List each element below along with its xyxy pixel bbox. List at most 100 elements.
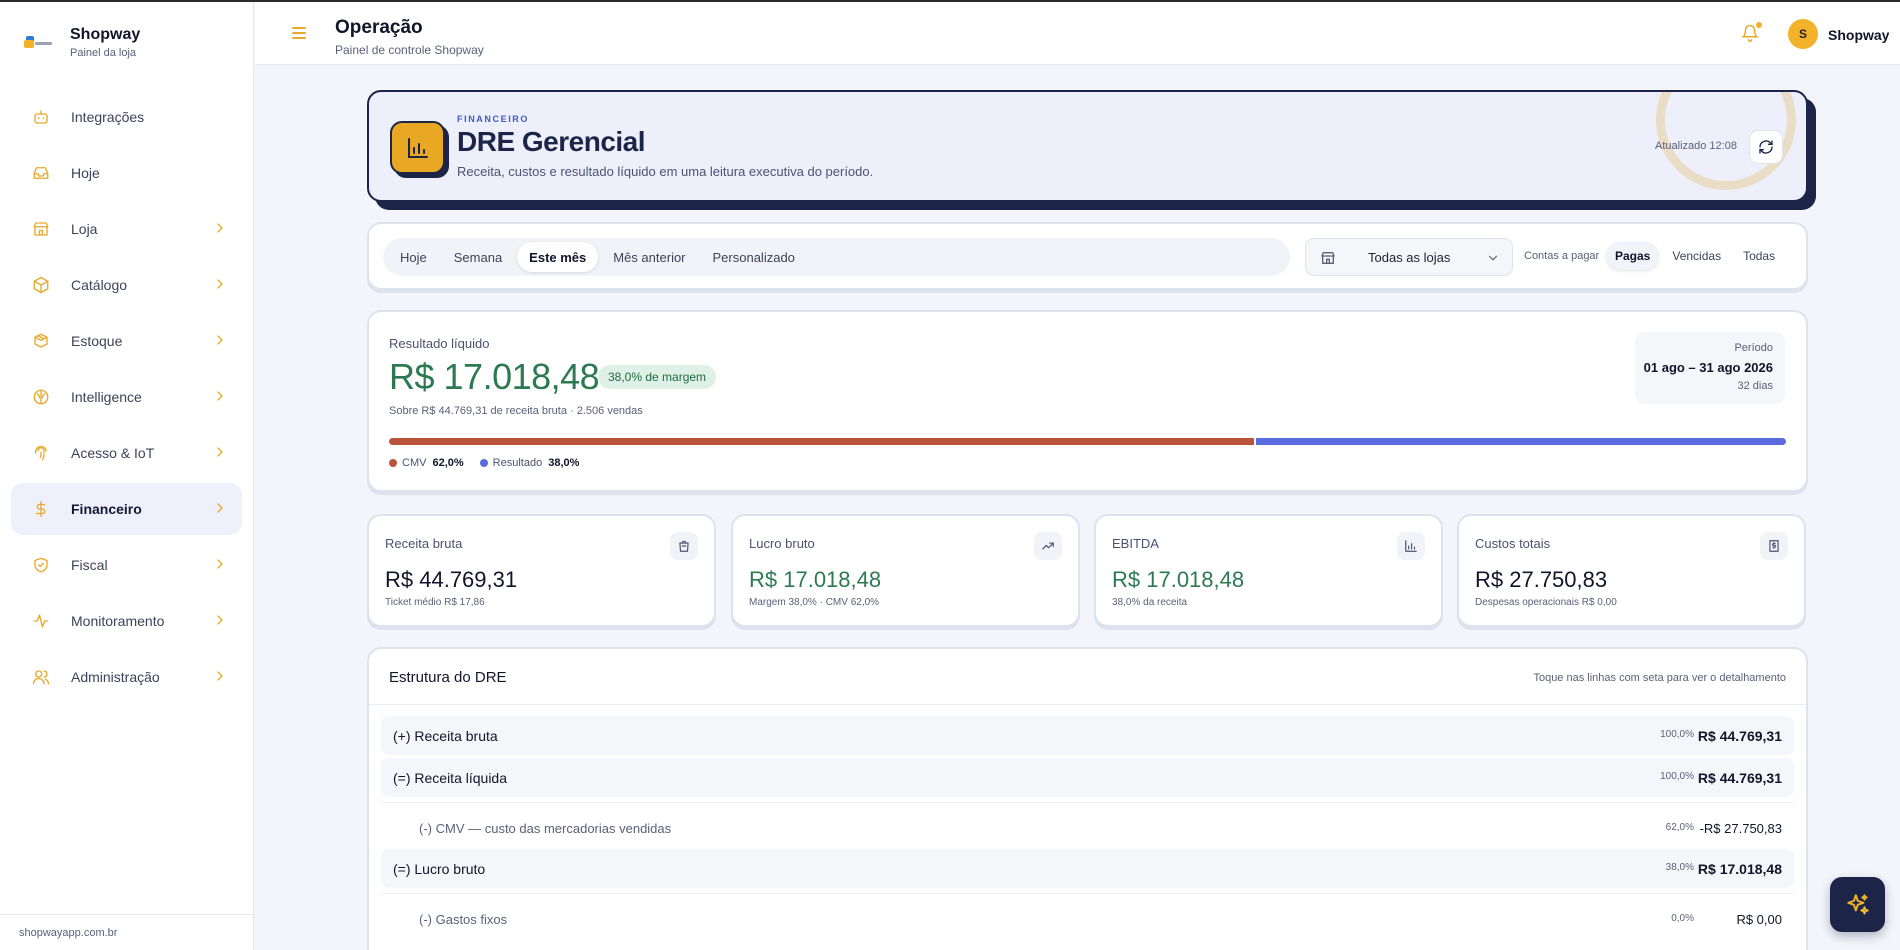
page-subtitle: Receita, custos e resultado líquido em u… xyxy=(457,164,874,179)
sidebar-item-monitoramento[interactable]: Monitoramento xyxy=(11,595,242,647)
shopping-bag-icon xyxy=(670,532,698,560)
sidebar-item-label: Intelligence xyxy=(71,389,142,405)
legend-value: 62,0% xyxy=(432,457,464,469)
sidebar-item-acesso-iot[interactable]: Acesso & IoT xyxy=(11,427,242,479)
chevron-right-icon xyxy=(212,276,228,292)
kpi-note: Ticket médio R$ 17,86 xyxy=(385,597,485,608)
store-icon xyxy=(1320,250,1336,266)
brand[interactable]: Shopway Painel da loja xyxy=(22,26,140,59)
dre-row[interactable]: (-) CMV — custo das mercadorias vendidas… xyxy=(381,809,1794,848)
updated-time: Atualizado 12:08 xyxy=(1655,140,1737,152)
dre-row[interactable]: (=) Lucro bruto 38,0% R$ 17.018,48 xyxy=(381,849,1794,888)
page-title: DRE Gerencial xyxy=(457,126,646,157)
trending-up-icon xyxy=(1034,532,1062,560)
sidebar-item-catalogo[interactable]: Catálogo xyxy=(11,259,242,311)
legend-name: Resultado xyxy=(492,457,543,469)
chevron-right-icon xyxy=(212,444,228,460)
dre-row-percent: 0,0% xyxy=(1671,913,1694,924)
avatar[interactable]: S xyxy=(1788,19,1818,49)
dre-row-label: (-) Gastos fixos xyxy=(419,912,508,927)
store-select[interactable]: Todas as lojas xyxy=(1305,238,1513,276)
filter-bar: Hoje Semana Este mês Mês anterior Personaliz… xyxy=(367,222,1808,290)
kpi-note: Despesas operacionais R$ 0,00 xyxy=(1475,597,1617,608)
dre-row-value: -R$ 27.750,83 xyxy=(1699,821,1782,836)
period-tab[interactable]: Este mês xyxy=(517,242,599,272)
shield-check-icon xyxy=(31,555,51,575)
period-days: 32 dias xyxy=(1737,380,1773,392)
legend-item: CMV 62,0% xyxy=(389,457,464,469)
divider xyxy=(381,802,1794,803)
sidebar-item-label: Estoque xyxy=(71,333,123,349)
dre-hint: Toque nas linhas com seta para ver o det… xyxy=(1533,672,1786,684)
kpi-value: R$ 27.750,83 xyxy=(1475,567,1608,592)
store-icon xyxy=(31,219,51,239)
sidebar-item-estoque[interactable]: Estoque xyxy=(11,315,242,367)
bar-chart-icon xyxy=(1397,532,1425,560)
brand-title: Shopway xyxy=(70,26,141,43)
kpi-note: Margem 38,0% · CMV 62,0% xyxy=(749,597,880,608)
net-result-note: Sobre R$ 44.769,31 de receita bruta · 2.… xyxy=(389,405,643,417)
legend-item: Resultado 38,0% xyxy=(479,457,579,469)
payables-tab[interactable]: Vencidas xyxy=(1663,242,1730,270)
dre-row[interactable]: (+) Receita bruta 100,0% R$ 44.769,31 xyxy=(381,716,1794,755)
fingerprint-icon xyxy=(31,443,51,463)
kpi-card-receita-bruta: Receita bruta R$ 44.769,31 Ticket médio R$… xyxy=(367,514,716,627)
composition-bar xyxy=(389,438,1786,445)
dre-structure: Estrutura do DRE Toque nas linhas com se… xyxy=(367,647,1808,950)
dre-row-value: R$ 44.769,31 xyxy=(1697,728,1782,744)
ai-assistant-button[interactable] xyxy=(1830,877,1885,932)
chevron-right-icon xyxy=(212,388,228,404)
divider xyxy=(381,893,1794,894)
payables-tab[interactable]: Todas xyxy=(1734,242,1784,270)
chevron-down-icon xyxy=(1486,251,1500,265)
sidebar-item-label: Fiscal xyxy=(71,557,108,573)
bar-chart-icon xyxy=(390,121,445,174)
boxes-icon xyxy=(31,331,51,351)
period-tab[interactable]: Personalizado xyxy=(701,242,807,272)
dre-row[interactable]: (=) Receita líquida 100,0% R$ 44.769,31 xyxy=(381,758,1794,797)
brain-icon xyxy=(31,387,51,407)
dre-row-percent: 100,0% xyxy=(1660,729,1694,740)
legend-name: CMV xyxy=(402,457,427,469)
dre-row[interactable]: (-) Gastos fixos 0,0% R$ 0,00 xyxy=(381,900,1794,939)
dre-row-label: (=) Receita líquida xyxy=(393,770,508,786)
dre-row-percent: 62,0% xyxy=(1665,822,1694,833)
divider xyxy=(369,704,1806,705)
kpi-value: R$ 17.018,48 xyxy=(1112,567,1245,592)
sidebar-item-intelligence[interactable]: Intelligence xyxy=(11,371,242,423)
sidebar-item-administracao[interactable]: Administração xyxy=(11,651,242,703)
sidebar-item-label: Acesso & IoT xyxy=(71,445,155,461)
header-title: Operação xyxy=(335,17,423,38)
sidebar-nav: Integrações Hoje Loja Catálogo Estoque Intell… xyxy=(11,91,242,707)
payables-label: Contas a pagar xyxy=(1524,250,1600,262)
sidebar-item-financeiro[interactable]: Financeiro xyxy=(11,483,242,535)
header-subtitle: Painel de controle Shopway xyxy=(335,43,484,57)
sidebar-item-fiscal[interactable]: Fiscal xyxy=(11,539,242,591)
dre-title: Estrutura do DRE xyxy=(389,669,507,686)
kpi-card-ebitda: EBITDA R$ 17.018,48 38,0% da receita xyxy=(1094,514,1443,627)
kpi-label: Lucro bruto xyxy=(749,536,815,551)
refresh-button[interactable] xyxy=(1749,130,1783,164)
period-tab[interactable]: Semana xyxy=(442,242,514,272)
sidebar-item-label: Catálogo xyxy=(71,277,128,293)
menu-icon[interactable] xyxy=(292,27,306,39)
user-name[interactable]: Shopway xyxy=(1828,27,1889,43)
period-range: 01 ago – 31 ago 2026 xyxy=(1643,360,1773,375)
period-tab[interactable]: Mês anterior xyxy=(601,242,697,272)
dre-row-label: (+) Receita bruta xyxy=(393,728,498,744)
shopway-logo xyxy=(22,32,52,54)
sidebar-item-label: Hoje xyxy=(71,165,100,181)
refresh-icon xyxy=(1759,140,1773,154)
sidebar-item-integracoes[interactable]: Integrações xyxy=(11,91,242,143)
period-tab[interactable]: Hoje xyxy=(388,242,439,272)
bot-icon xyxy=(31,107,51,127)
payables-tab[interactable]: Pagas xyxy=(1606,242,1660,270)
dre-row-label: (=) Lucro bruto xyxy=(393,861,486,877)
sidebar-footer[interactable]: shopwayapp.com.br xyxy=(0,914,254,950)
net-result-label: Resultado líquido xyxy=(389,336,490,351)
sidebar-item-hoje[interactable]: Hoje xyxy=(11,147,242,199)
margin-badge: 38,0% de margem xyxy=(598,365,717,389)
legend-dot xyxy=(479,459,488,467)
sidebar-item-loja[interactable]: Loja xyxy=(11,203,242,255)
chevron-right-icon xyxy=(212,500,228,516)
